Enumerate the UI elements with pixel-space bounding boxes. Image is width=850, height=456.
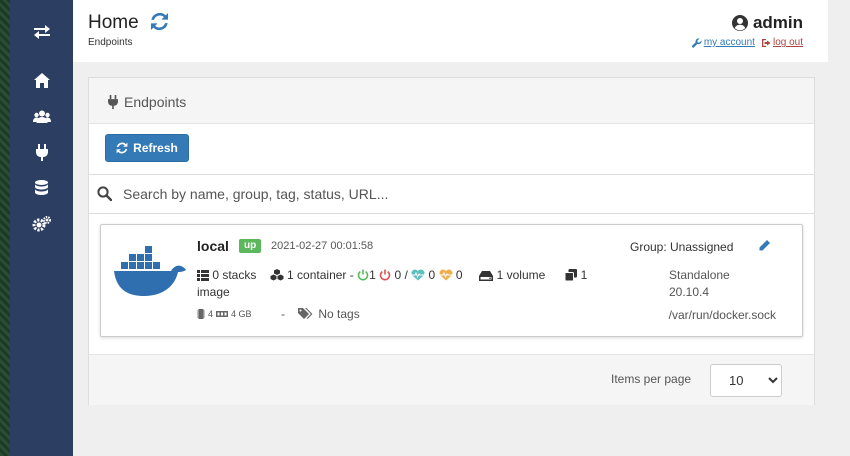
stopped-count: 0 [394, 268, 402, 282]
endpoint-name: local [197, 238, 229, 254]
refresh-icon [150, 12, 169, 31]
endpoint-tags: - No tags [281, 307, 360, 321]
user-info: admin [731, 13, 803, 33]
cubes-icon [270, 269, 284, 281]
tags-text: No tags [318, 307, 360, 321]
sidebar [10, 0, 73, 456]
page-title: Home [88, 12, 139, 33]
edit-endpoint-button[interactable] [758, 239, 771, 257]
search-bar [89, 174, 814, 214]
endpoint-timestamp: 2021-02-27 00:01:58 [271, 240, 374, 252]
tags-separator: - [281, 307, 285, 321]
items-per-page-label: Items per page [611, 372, 692, 386]
refresh-button[interactable]: Refresh [105, 134, 189, 162]
refresh-icon [116, 142, 128, 154]
sidebar-item-registries[interactable] [10, 173, 73, 203]
clone-icon [565, 269, 578, 281]
count-separator: / [404, 268, 408, 282]
search-icon [97, 186, 112, 201]
items-per-page-select[interactable]: 10 [710, 364, 782, 397]
username: admin [752, 13, 803, 32]
running-count: 1 [369, 268, 376, 282]
page-margin [828, 0, 850, 456]
endpoints-widget: Endpoints Refresh local up 2021-02-27 00… [88, 77, 815, 405]
my-account-label: my account [703, 37, 755, 48]
images-count: 1 [580, 268, 588, 282]
volumes-count: 1 volume [496, 268, 546, 282]
heartbeat-icon [439, 269, 453, 281]
sign-out-icon [761, 38, 771, 47]
log-out-link[interactable]: log out [761, 37, 803, 48]
widget-title: Endpoints [124, 94, 187, 110]
stacks-count: 0 stacks [212, 268, 257, 282]
desktop-edge [0, 0, 10, 456]
refresh-label: Refresh [133, 141, 178, 155]
plug-icon [108, 95, 118, 109]
endpoint-url: /var/run/docker.sock [668, 308, 776, 322]
heartbeat-icon [411, 269, 425, 281]
memory-size: 4 GB [231, 309, 252, 319]
sidebar-item-home[interactable] [10, 65, 73, 95]
unhealthy-count: 0 [455, 268, 463, 282]
search-input[interactable] [121, 181, 785, 207]
widget-header: Endpoints [89, 78, 814, 124]
database-icon [35, 180, 48, 195]
sidebar-item-settings[interactable] [10, 209, 73, 239]
cpu-count: 4 [208, 309, 214, 319]
sidebar-item-endpoints[interactable] [10, 137, 73, 167]
top-bar: Home Endpoints admin my account log out [73, 0, 828, 62]
endpoint-type: Standalone [669, 268, 730, 282]
endpoint-card-local[interactable]: local up 2021-02-27 00:01:58 Group: Unas… [100, 224, 803, 337]
transfer-icon [33, 25, 50, 39]
hdd-icon [479, 271, 494, 281]
pencil-icon [759, 240, 770, 251]
power-off-icon [379, 269, 391, 281]
sidebar-toggle[interactable] [10, 17, 73, 47]
containers-count: 1 container - [287, 268, 354, 282]
reload-button[interactable] [150, 12, 169, 36]
my-account-link[interactable]: my account [691, 37, 755, 48]
endpoint-stats: 0 stacks 1 container - 1 0 / 0 0 1 volum… [197, 267, 637, 301]
plug-icon [35, 143, 48, 161]
user-links: my account log out [691, 37, 803, 48]
th-list-icon [197, 270, 209, 281]
endpoint-info: Standalone 20.10.4 [669, 267, 730, 301]
power-on-icon [357, 269, 369, 281]
endpoint-group: Group: Unassigned [630, 240, 734, 254]
status-badge: up [239, 239, 262, 253]
sidebar-item-users[interactable] [10, 101, 73, 131]
memory-icon [216, 311, 229, 317]
wrench-icon [691, 37, 702, 48]
user-circle-icon [731, 15, 748, 31]
pagination-footer: Items per page 10 [89, 354, 814, 405]
images-label: image [197, 285, 230, 299]
docker-version: 20.10.4 [669, 285, 710, 299]
endpoint-specs: 4 4 GB [197, 309, 252, 319]
tags-icon [298, 308, 313, 319]
healthy-count: 0 [428, 268, 436, 282]
log-out-label: log out [772, 37, 803, 48]
docker-logo-icon [114, 246, 186, 296]
breadcrumb: Endpoints [88, 37, 133, 48]
cogs-icon [32, 216, 51, 232]
cpu-icon [197, 309, 205, 319]
users-icon [32, 110, 51, 123]
home-icon [33, 72, 50, 88]
